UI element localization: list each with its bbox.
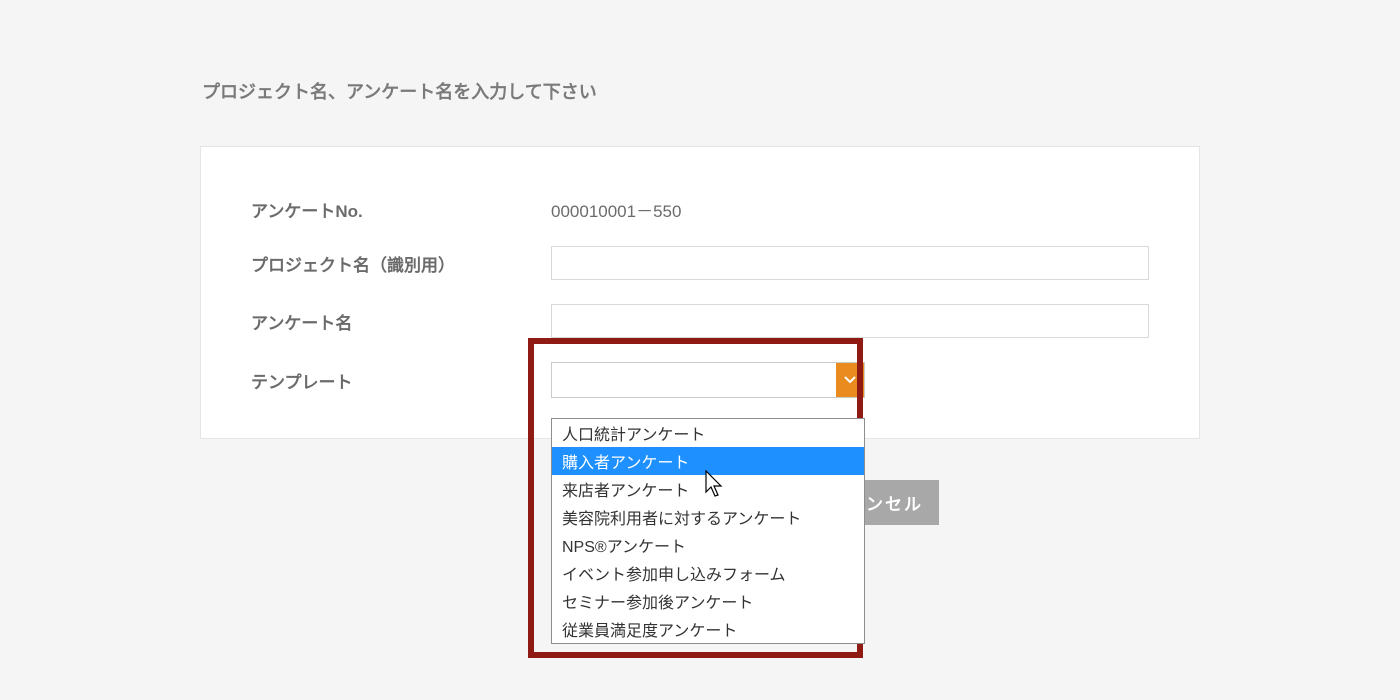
- row-survey-no: アンケートNo. 000010001－550: [251, 197, 1149, 222]
- survey-name-input[interactable]: [551, 304, 1149, 338]
- label-survey-no: アンケートNo.: [251, 197, 551, 222]
- row-template: テンプレート 人口統計アンケート購入者アンケート来店者アンケート美容院利用者に対…: [251, 362, 1149, 398]
- template-option[interactable]: NPS®アンケート: [552, 531, 864, 559]
- template-option[interactable]: 購入者アンケート: [552, 447, 864, 475]
- template-option[interactable]: イベント参加申し込みフォーム: [552, 559, 864, 587]
- chevron-down-icon: [836, 363, 864, 397]
- page-title: プロジェクト名、アンケート名を入力して下さい: [202, 78, 1200, 104]
- field-survey-name-wrap: [551, 304, 1149, 338]
- template-option[interactable]: 人口統計アンケート: [552, 419, 864, 447]
- label-template: テンプレート: [251, 368, 551, 393]
- field-project-name-wrap: [551, 246, 1149, 280]
- label-survey-name: アンケート名: [251, 309, 551, 334]
- project-name-input[interactable]: [551, 246, 1149, 280]
- row-project-name: プロジェクト名（識別用）: [251, 246, 1149, 280]
- template-select-wrap: 人口統計アンケート購入者アンケート来店者アンケート美容院利用者に対するアンケート…: [551, 362, 865, 398]
- template-select[interactable]: [551, 362, 865, 398]
- template-option[interactable]: 来店者アンケート: [552, 475, 864, 503]
- template-dropdown[interactable]: 人口統計アンケート購入者アンケート来店者アンケート美容院利用者に対するアンケート…: [551, 418, 865, 644]
- template-option[interactable]: 美容院利用者に対するアンケート: [552, 503, 864, 531]
- form-box: アンケートNo. 000010001－550 プロジェクト名（識別用） アンケー…: [200, 146, 1200, 439]
- template-option[interactable]: 従業員満足度アンケート: [552, 615, 864, 643]
- value-survey-no: 000010001－550: [551, 197, 1149, 222]
- label-project-name: プロジェクト名（識別用）: [251, 251, 551, 276]
- form-container: プロジェクト名、アンケート名を入力して下さい アンケートNo. 00001000…: [200, 0, 1200, 439]
- row-survey-name: アンケート名: [251, 304, 1149, 338]
- template-option[interactable]: セミナー参加後アンケート: [552, 587, 864, 615]
